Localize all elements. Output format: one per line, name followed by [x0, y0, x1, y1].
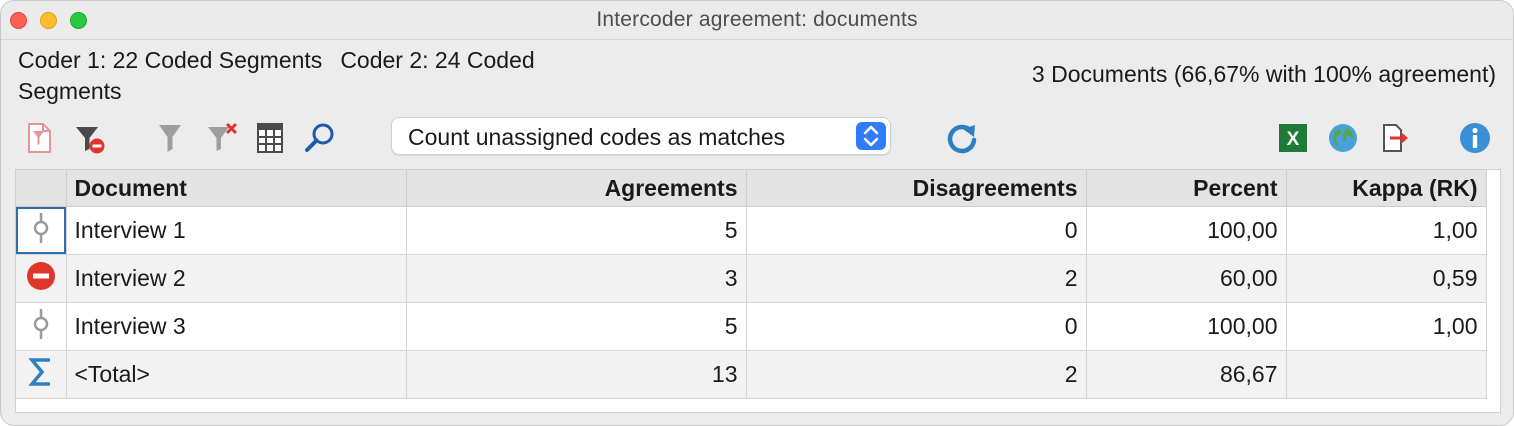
table-columns-icon[interactable]	[251, 119, 289, 157]
title-bar: Intercoder agreement: documents	[1, 1, 1513, 40]
svg-text:X: X	[1287, 129, 1300, 150]
coder-summary: Coder 1: 22 Coded Segments Coder 2: 24 Co…	[18, 45, 658, 107]
kappa-cell: 1,00	[1286, 206, 1487, 255]
web-export-icon[interactable]	[1324, 119, 1362, 157]
column-header-agreements[interactable]: Agreements	[406, 170, 747, 207]
document-cell: <Total>	[66, 350, 407, 399]
filter-remove-icon[interactable]	[71, 119, 109, 157]
agreements-cell: 5	[406, 302, 747, 351]
percent-cell: 60,00	[1086, 254, 1287, 303]
info-icon[interactable]	[1456, 119, 1494, 157]
sum-icon	[16, 350, 67, 399]
export-icon[interactable]	[1376, 119, 1414, 157]
document-cell: Interview 1	[66, 206, 407, 255]
table-row[interactable]: Interview 2 3 2 60,00 0,59	[16, 254, 1487, 303]
column-header-document[interactable]: Document	[66, 170, 407, 207]
agreements-cell: 13	[406, 350, 747, 399]
disagreements-cell: 2	[746, 350, 1087, 399]
refresh-icon[interactable]	[943, 119, 981, 157]
percent-cell: 86,67	[1086, 350, 1287, 399]
kappa-cell: 0,59	[1286, 254, 1487, 303]
kappa-cell	[1286, 350, 1487, 399]
filter-clear-icon[interactable]	[203, 119, 241, 157]
percent-cell: 100,00	[1086, 302, 1287, 351]
filter-icon[interactable]	[151, 119, 189, 157]
window-title: Intercoder agreement: documents	[596, 8, 918, 31]
column-header-kappa[interactable]: Kappa (RK)	[1286, 170, 1487, 207]
disagreement-icon[interactable]	[16, 254, 67, 303]
balanced-icon[interactable]	[16, 206, 67, 255]
percent-cell: 100,00	[1086, 206, 1287, 255]
table-row[interactable]: Interview 3 5 0 100,00 1,00	[16, 302, 1487, 351]
coder1-summary: Coder 1: 22 Coded Segments	[18, 47, 323, 73]
document-cell: Interview 2	[66, 254, 407, 303]
column-header-disagreements[interactable]: Disagreements	[746, 170, 1087, 207]
match-mode-select[interactable]: Count unassigned codes as matches	[391, 117, 891, 155]
results-table: Document Agreements Disagreements Percen…	[16, 170, 1487, 399]
match-mode-value: Count unassigned codes as matches	[408, 124, 786, 150]
excel-export-icon[interactable]: X	[1274, 119, 1312, 157]
search-icon[interactable]	[301, 119, 339, 157]
disagreements-cell: 2	[746, 254, 1087, 303]
toolbar: Count unassigned codes as matches X	[15, 109, 1501, 169]
app-window: Intercoder agreement: documents Coder 1:…	[0, 0, 1514, 426]
icon-column-header	[16, 170, 67, 207]
column-header-percent[interactable]: Percent	[1086, 170, 1287, 207]
documents-summary: 3 Documents (66,67% with 100% agreement)	[1031, 61, 1496, 87]
agreements-cell: 3	[406, 254, 747, 303]
disagreements-cell: 0	[746, 206, 1087, 255]
table-header-row: Document Agreements Disagreements Percen…	[16, 170, 1487, 207]
table-row-total[interactable]: <Total> 13 2 86,67	[16, 350, 1487, 399]
disagreements-cell: 0	[746, 302, 1087, 351]
balanced-icon[interactable]	[16, 302, 67, 351]
results-table-container: Document Agreements Disagreements Percen…	[15, 169, 1501, 413]
agreements-cell: 5	[406, 206, 747, 255]
filter-document-icon[interactable]	[21, 119, 59, 157]
chevron-updown-icon	[856, 122, 886, 150]
kappa-cell: 1,00	[1286, 302, 1487, 351]
document-cell: Interview 3	[66, 302, 407, 351]
table-row[interactable]: Interview 1 5 0 100,00 1,00	[16, 206, 1487, 255]
